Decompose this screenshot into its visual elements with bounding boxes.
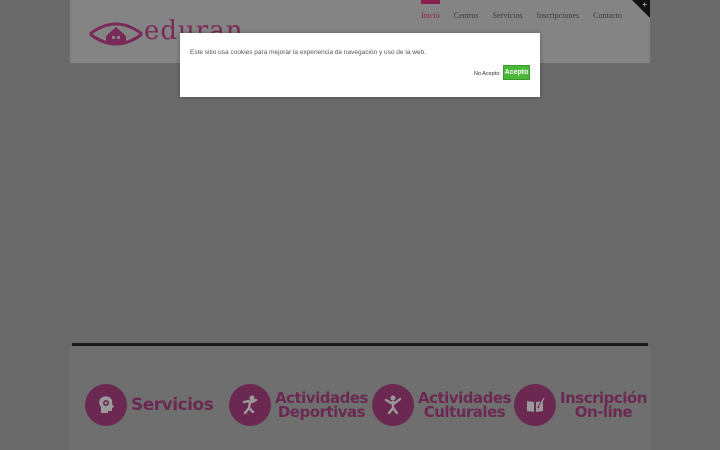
nav-item-servicios[interactable]: Servicios xyxy=(493,10,523,20)
gear-head-icon xyxy=(85,384,127,426)
feature-label: Actividades Culturales xyxy=(418,389,511,421)
cookie-consent-dialog: Este sitio usa cookies para mejorar la e… xyxy=(180,33,540,97)
eye-house-icon xyxy=(89,22,143,46)
decline-cookies-button[interactable]: No Acepto xyxy=(474,71,499,77)
book-pen-icon xyxy=(514,384,556,426)
feature-actividades-culturales[interactable]: Actividades Culturales xyxy=(372,381,511,429)
feature-actividades-deportivas[interactable]: Actividades Deportivas xyxy=(229,381,368,429)
accept-cookies-button[interactable]: Acepto xyxy=(503,65,530,80)
page: eduran Inicio Centros Servicios Inscripc… xyxy=(0,0,720,450)
hero-slider xyxy=(70,63,650,346)
nav-item-centros[interactable]: Centros xyxy=(454,10,479,20)
feature-label: Servicios xyxy=(131,395,214,415)
feature-label: Inscripción On-line xyxy=(560,389,647,421)
cookie-message: Este sitio usa cookies para mejorar la e… xyxy=(190,49,426,56)
runner-icon xyxy=(229,384,271,426)
feature-label: Actividades Deportivas xyxy=(275,389,368,421)
plus-icon[interactable]: + xyxy=(642,0,647,9)
corner-toggle[interactable] xyxy=(632,0,650,18)
feature-inscripcion-online[interactable]: Inscripción On-line xyxy=(514,381,647,429)
feature-servicios[interactable]: Servicios xyxy=(85,381,214,429)
dancer-icon xyxy=(372,384,414,426)
nav-item-inscripciones[interactable]: Inscripciones xyxy=(536,10,579,20)
nav-item-contacto[interactable]: Contacto xyxy=(593,10,622,20)
main-nav: Inicio Centros Servicios Inscripciones C… xyxy=(421,0,622,20)
nav-item-inicio[interactable]: Inicio xyxy=(421,0,440,20)
